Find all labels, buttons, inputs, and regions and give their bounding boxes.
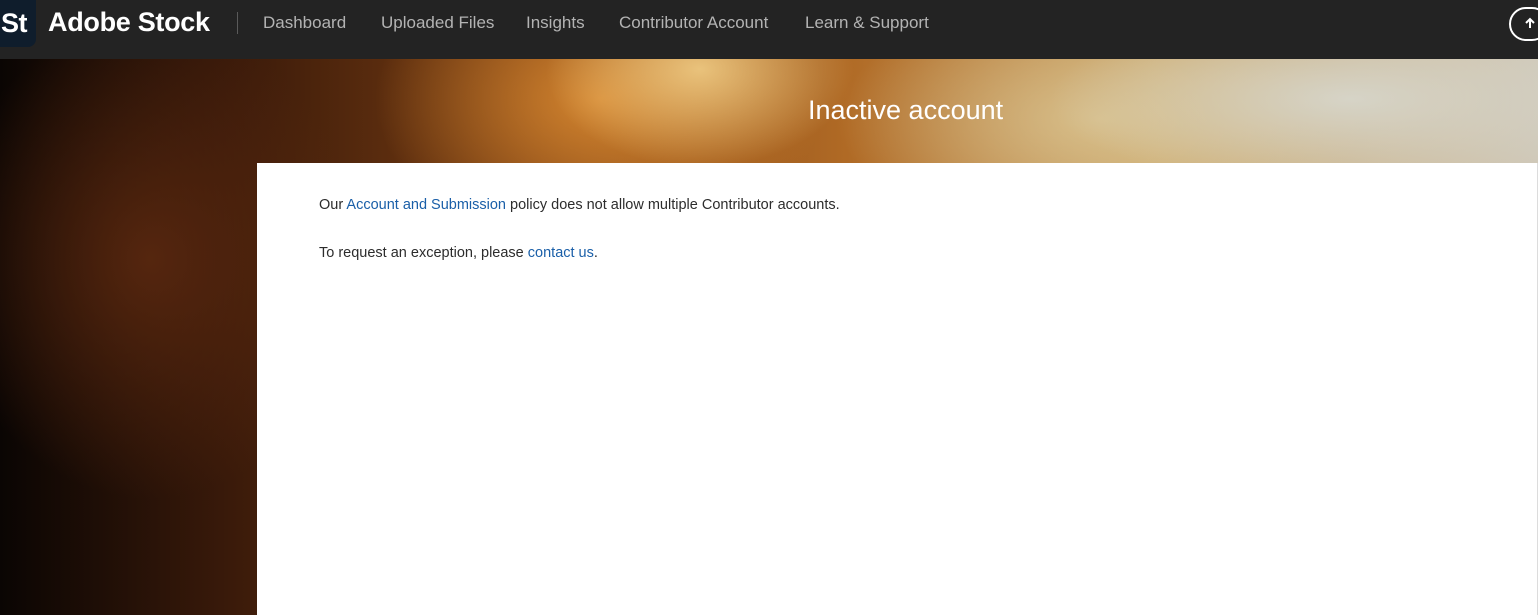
exception-text-suffix: . <box>593 245 598 261</box>
page-title: Inactive account <box>808 95 1004 125</box>
policy-text-suffix: policy does not allow multiple Contribut… <box>506 197 840 213</box>
policy-text-prefix: Our <box>319 197 347 213</box>
brand-name[interactable]: Adobe Stock <box>48 7 210 38</box>
top-navigation-bar: St Adobe Stock Dashboard Uploaded Files … <box>0 0 1538 59</box>
policy-paragraph: Our Account and Submission policy does n… <box>319 197 840 213</box>
account-submission-policy-link[interactable]: Account and Submission <box>346 197 506 213</box>
nav-learn-support[interactable]: Learn & Support <box>805 13 929 33</box>
contact-us-link[interactable]: contact us <box>528 245 594 261</box>
exception-text-prefix: To request an exception, please <box>319 245 528 261</box>
nav-divider <box>237 12 238 34</box>
nav-dashboard[interactable]: Dashboard <box>263 13 346 33</box>
logo-mark: St <box>1 8 28 38</box>
nav-contributor-account[interactable]: Contributor Account <box>619 13 768 33</box>
content-card: Our Account and Submission policy does n… <box>257 163 1538 615</box>
nav-uploaded-files[interactable]: Uploaded Files <box>381 13 494 33</box>
upload-button[interactable] <box>1509 7 1538 41</box>
nav-insights[interactable]: Insights <box>526 13 585 33</box>
exception-paragraph: To request an exception, please contact … <box>319 245 598 261</box>
adobe-stock-logo-icon[interactable]: St <box>0 0 36 47</box>
cloud-upload-icon <box>1525 17 1535 28</box>
